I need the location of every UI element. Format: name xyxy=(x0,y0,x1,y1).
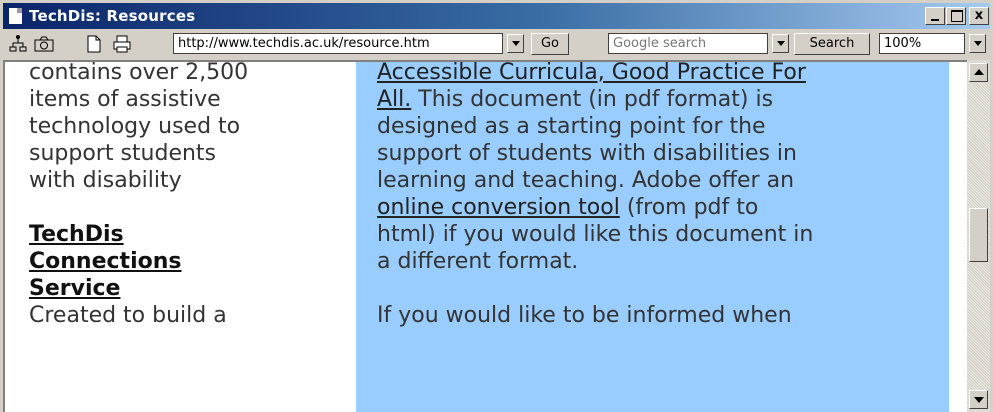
address-dropdown-button[interactable] xyxy=(507,34,524,53)
online-conversion-tool-link[interactable]: online conversion tool xyxy=(377,195,620,220)
network-icon[interactable] xyxy=(7,33,27,54)
close-icon: x xyxy=(974,8,984,23)
accessible-curricula-link-cont[interactable]: All. xyxy=(377,87,411,112)
left-column: contains over 2,500 items of assistive t… xyxy=(29,60,349,329)
text-line: technology used to xyxy=(29,114,241,139)
text-line: a different format. xyxy=(377,249,579,274)
minimize-button[interactable] xyxy=(925,7,945,25)
link-line: Connections xyxy=(29,249,182,274)
text-line: designed as a starting point for the xyxy=(377,114,766,139)
maximize-button[interactable] xyxy=(946,7,966,25)
document-icon xyxy=(9,8,22,24)
window-title: TechDis: Resources xyxy=(29,7,196,25)
text-segment: This document (in pdf format) is xyxy=(411,87,774,112)
left-intro: contains over 2,500 items of assistive t… xyxy=(29,60,349,194)
camera-icon[interactable] xyxy=(33,33,54,54)
text-line: support of students with disabilities in xyxy=(377,141,797,166)
scroll-thumb[interactable] xyxy=(969,208,988,262)
accessible-curricula-link[interactable]: Accessible Curricula, Good Practice For xyxy=(377,62,806,85)
text-line: items of assistive xyxy=(29,87,221,112)
techdis-connections-link[interactable]: TechDis Connections Service xyxy=(29,221,349,302)
new-page-icon[interactable] xyxy=(83,33,103,54)
maximize-icon xyxy=(951,10,963,22)
close-button[interactable]: x xyxy=(969,7,989,25)
text-line: If you would like to be informed when xyxy=(377,303,792,328)
browser-window: TechDis: Resources x http://www.techdis.… xyxy=(0,0,993,412)
go-button[interactable]: Go xyxy=(531,33,569,55)
scroll-down-button[interactable] xyxy=(969,390,988,409)
text-line: Created to build a xyxy=(29,303,227,328)
toolbar: http://www.techdis.ac.uk/resource.htm Go… xyxy=(3,30,990,58)
search-dropdown-button[interactable] xyxy=(772,34,789,53)
search-button[interactable]: Search xyxy=(794,33,870,55)
title-bar[interactable]: TechDis: Resources x xyxy=(3,3,990,29)
vertical-scrollbar[interactable] xyxy=(967,60,990,412)
text-segment: (from pdf to xyxy=(619,195,759,220)
minimize-icon xyxy=(931,19,939,21)
zoom-select[interactable]: 100% xyxy=(879,33,965,54)
right-column: Accessible Curricula, Good Practice For … xyxy=(356,62,949,412)
text-line: learning and teaching. Adobe offer an xyxy=(377,168,795,193)
scroll-up-button[interactable] xyxy=(969,63,988,82)
right-column-text: Accessible Curricula, Good Practice For … xyxy=(377,62,943,329)
text-line: with disability xyxy=(29,168,182,193)
print-icon[interactable] xyxy=(111,33,131,54)
page-viewport: contains over 2,500 items of assistive t… xyxy=(3,60,967,412)
text-line: html) if you would like this document in xyxy=(377,222,814,247)
zoom-dropdown-button[interactable] xyxy=(969,34,986,53)
link-line: TechDis xyxy=(29,222,124,247)
text-line: contains over 2,500 xyxy=(29,60,249,85)
text-line: support students xyxy=(29,141,217,166)
google-search-input[interactable]: Google search xyxy=(608,33,768,54)
link-line: Service xyxy=(29,276,121,301)
address-field[interactable]: http://www.techdis.ac.uk/resource.htm xyxy=(173,33,503,54)
